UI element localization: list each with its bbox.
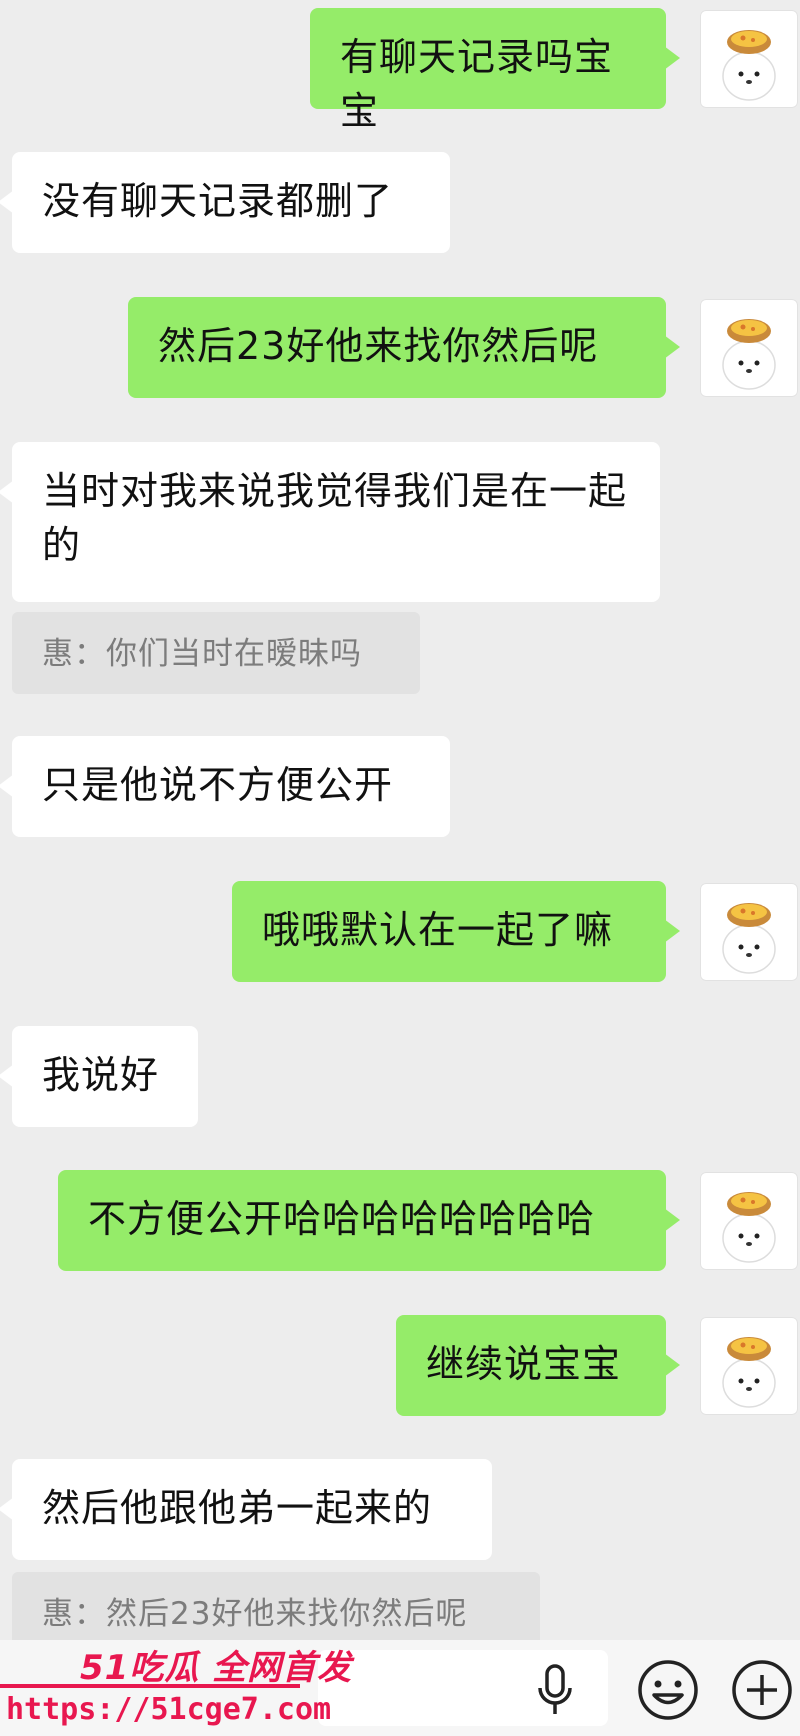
message-text: 然后23好他来找你然后呢 (158, 324, 599, 368)
avatar[interactable] (700, 1172, 798, 1270)
message-bubble-incoming[interactable]: 当时对我来说我觉得我们是在一起的 (0, 442, 660, 602)
quote-text: 惠：你们当时在暧昧吗 (42, 636, 362, 672)
message-text: 只是他说不方便公开 (42, 763, 394, 807)
message-bubble-outgoing[interactable]: 然后23好他来找你然后呢 (128, 297, 680, 398)
message-bubble-incoming[interactable]: 然后他跟他弟一起来的 (0, 1459, 492, 1560)
watermark: 51吃瓜 全网首发 https://51cge7.com (0, 1640, 351, 1736)
message-text: 不方便公开哈哈哈哈哈哈哈哈 (88, 1197, 596, 1241)
message-text: 哦哦默认在一起了嘛 (262, 908, 614, 952)
message-text: 然后他跟他弟一起来的 (42, 1486, 433, 1530)
watermark-url: https://51cge7.com (6, 1692, 332, 1727)
message-text: 当时对我来说我觉得我们是在一起的 (42, 469, 628, 567)
message-bubble-outgoing[interactable]: 不方便公开哈哈哈哈哈哈哈哈 (58, 1170, 680, 1271)
chat-area: 有聊天记录吗宝宝 没有聊天记录都删了 然后23好他来找你然后呢 当时对我来说我觉… (0, 0, 800, 1654)
message-bubble-incoming[interactable]: 没有聊天记录都删了 (0, 152, 450, 253)
message-bubble-outgoing[interactable]: 有聊天记录吗宝宝 (310, 8, 680, 133)
puppy-with-egg-tart-icon (722, 1337, 776, 1408)
message-text: 我说好 (42, 1053, 160, 1097)
puppy-with-egg-tart-icon (722, 903, 776, 974)
watermark-brand: 51吃瓜 全网首发 (80, 1648, 353, 1688)
message-bubble-incoming[interactable]: 只是他说不方便公开 (0, 736, 450, 837)
puppy-with-egg-tart-icon (722, 30, 776, 101)
avatar[interactable] (700, 883, 798, 981)
puppy-with-egg-tart-icon (722, 319, 776, 390)
avatar[interactable] (700, 10, 798, 108)
quote-text: 惠：然后23好他来找你然后呢 (42, 1596, 468, 1632)
plus-icon[interactable] (730, 1658, 794, 1722)
microphone-icon[interactable] (530, 1660, 580, 1720)
watermark-underline (0, 1684, 300, 1688)
message-text: 没有聊天记录都删了 (42, 179, 394, 223)
avatar[interactable] (700, 1317, 798, 1415)
message-text: 继续说宝宝 (426, 1342, 622, 1386)
quoted-reply[interactable]: 惠：你们当时在暧昧吗 (12, 612, 420, 694)
message-bubble-outgoing[interactable]: 哦哦默认在一起了嘛 (232, 881, 680, 982)
puppy-with-egg-tart-icon (722, 1192, 776, 1263)
emoji-icon[interactable] (636, 1658, 700, 1722)
message-text: 有聊天记录吗宝宝 (340, 35, 614, 133)
message-bubble-outgoing[interactable]: 继续说宝宝 (396, 1315, 680, 1416)
message-bubble-incoming[interactable]: 我说好 (0, 1026, 198, 1127)
avatar[interactable] (700, 299, 798, 397)
